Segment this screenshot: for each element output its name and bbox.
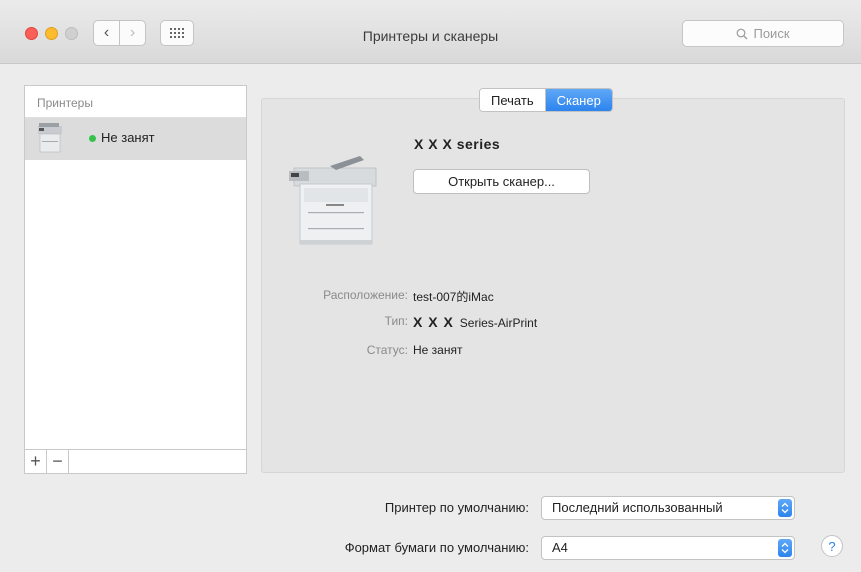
preferences-window: ‹ › Принтеры и сканеры Поиск Принтеры Не… (0, 0, 861, 572)
search-field[interactable]: Поиск (682, 20, 844, 47)
paper-size-label: Формат бумаги по умолчанию: (344, 540, 529, 555)
remove-printer-button[interactable]: − (47, 450, 69, 473)
sidebar-header: Принтеры (25, 86, 246, 118)
location-label: Расположение: (323, 288, 408, 302)
default-printer-label: Принтер по умолчанию: (384, 500, 529, 515)
tab-print[interactable]: Печать (480, 89, 546, 111)
paper-size-select[interactable]: A4 (541, 536, 795, 560)
location-row: Расположение: test-007的iMac (280, 288, 680, 306)
sidebar-footer: + − (25, 449, 246, 473)
status-label: Статус: (366, 343, 408, 357)
status-indicator (89, 135, 96, 142)
up-down-arrows-icon (778, 539, 792, 557)
paper-size-value: A4 (552, 540, 568, 555)
printer-icon (38, 123, 62, 153)
default-printer-select[interactable]: Последний использованный (541, 496, 795, 520)
add-printer-button[interactable]: + (25, 450, 47, 473)
search-icon (737, 28, 748, 39)
default-printer-value: Последний использованный (552, 500, 723, 515)
help-icon: ? (828, 538, 836, 554)
up-down-arrows-icon (778, 499, 792, 517)
help-button[interactable]: ? (821, 535, 843, 557)
tab-scanner[interactable]: Сканер (545, 89, 612, 111)
model-name: X X X series (414, 136, 500, 152)
type-prefix: X X X (413, 314, 454, 330)
open-scanner-button[interactable]: Открыть сканер... (413, 169, 590, 194)
model-suffix: series (456, 136, 501, 152)
type-value: Series-AirPrint (459, 316, 538, 330)
location-value: test-007的iMac (413, 290, 494, 304)
sidebar-item-printer[interactable]: Не занят (25, 118, 246, 160)
sidebar-item-status: Не занят (101, 130, 155, 145)
printer-icon (289, 156, 377, 245)
title-bar: ‹ › Принтеры и сканеры Поиск (0, 0, 861, 64)
type-row: Тип: X X X Series-AirPrint (280, 314, 680, 332)
type-label: Тип: (384, 314, 408, 328)
tab-bar: Печать Сканер (479, 88, 613, 112)
type-value-wrap: X X X Series-AirPrint (413, 314, 537, 330)
printers-sidebar: Принтеры Не занят + − (24, 85, 247, 474)
status-row: Статус: Не занят (280, 343, 680, 361)
model-prefix: X X X (414, 136, 453, 152)
status-value: Не занят (413, 343, 463, 357)
search-placeholder: Поиск (753, 26, 790, 41)
